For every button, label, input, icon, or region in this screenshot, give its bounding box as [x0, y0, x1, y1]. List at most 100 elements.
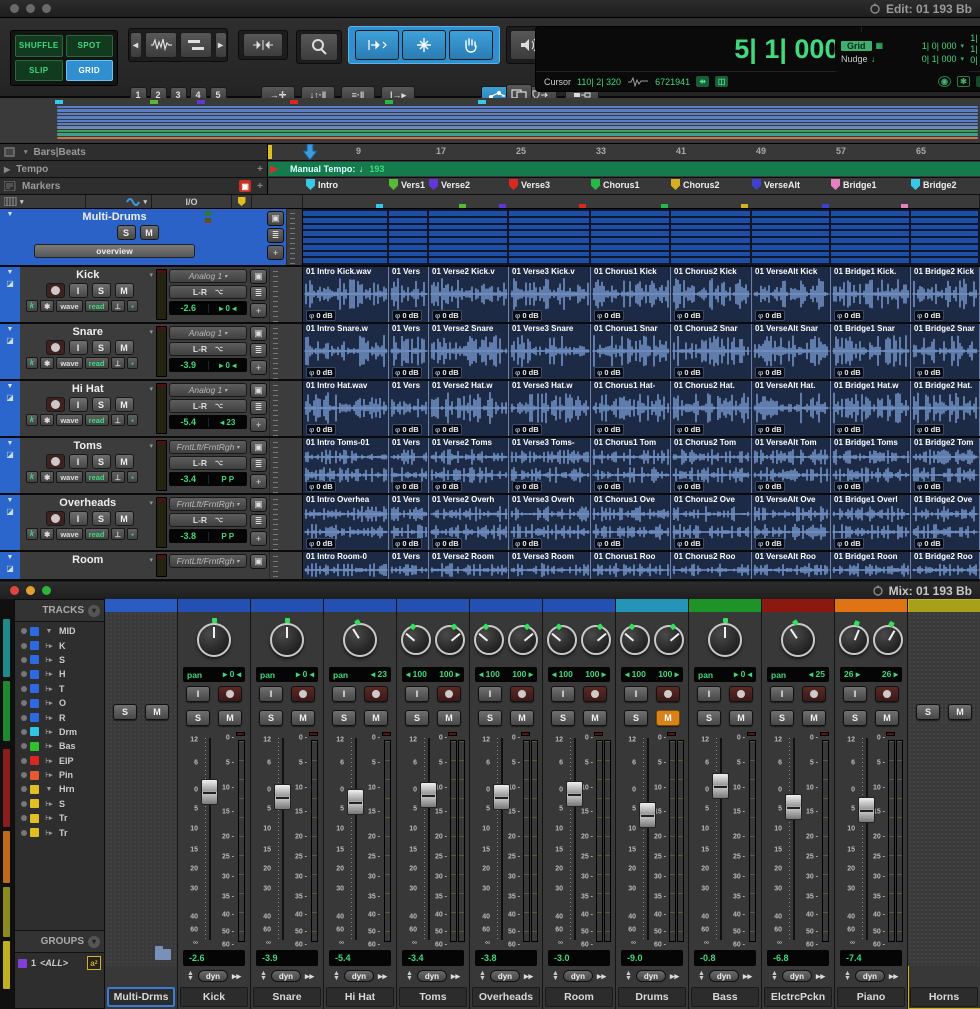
playlist-icon[interactable]: ◪: [6, 507, 14, 516]
audio-clip[interactable]: 01 Bridge2 Tom φ0 dB: [911, 438, 980, 493]
solo-button[interactable]: S: [113, 704, 137, 720]
strip-name[interactable]: ElctrcPckn: [764, 987, 832, 1007]
automation-lane-icon[interactable]: ▣: [267, 211, 284, 226]
fader-cap[interactable]: [420, 782, 437, 808]
fader-track[interactable]: [282, 738, 284, 940]
timebase-icon[interactable]: ✱: [40, 471, 54, 483]
mute-button[interactable]: M: [218, 710, 242, 726]
start-value[interactable]: 1| 1| 000: [970, 33, 980, 43]
fader-track[interactable]: [355, 738, 357, 940]
record-arm-button[interactable]: [218, 686, 242, 702]
audio-clip[interactable]: 01 VerseAlt Kick φ0 dB: [752, 267, 831, 322]
pan-display[interactable]: ◂ 100 100 ▸: [548, 667, 610, 682]
solo-button[interactable]: S: [259, 710, 283, 726]
clip-gain-badge[interactable]: φ0 dB: [834, 424, 864, 435]
pan-knob[interactable]: [401, 625, 431, 655]
record-arm-button[interactable]: [656, 686, 680, 702]
strip-color-header[interactable]: [105, 599, 177, 612]
audio-clip[interactable]: 01 Intro Snare.w φ0 dB: [303, 324, 389, 379]
mute-button[interactable]: M: [583, 710, 607, 726]
input-selector[interactable]: FrntLft/FrntRgh▾: [169, 497, 247, 511]
solo-button[interactable]: S: [186, 710, 210, 726]
trim-select-icon[interactable]: [355, 30, 399, 60]
audio-clip[interactable]: 01 Bridge2 Ove φ0 dB: [911, 495, 980, 550]
track-menu-icon[interactable]: ▾: [149, 271, 153, 279]
input-monitor-button[interactable]: I: [843, 686, 867, 702]
global-solo-icon[interactable]: S: [976, 76, 980, 87]
add-lane-icon[interactable]: +: [250, 417, 267, 432]
sidebar-track-item-s-2[interactable]: ⊦▸ S: [15, 653, 104, 667]
strip-color-header[interactable]: [543, 599, 615, 612]
clip-gain-badge[interactable]: φ0 dB: [755, 538, 785, 549]
audio-clip[interactable]: 01 Verse3 Snare φ0 dB: [509, 324, 591, 379]
timebase-icon[interactable]: ✱: [40, 414, 54, 426]
track-show-dot[interactable]: [21, 772, 27, 778]
record-arm-button[interactable]: [291, 686, 315, 702]
sidebar-track-item-mid-0[interactable]: ▼ MID: [15, 624, 104, 638]
end-value[interactable]: 1| 1| 000: [970, 44, 980, 54]
freeze-icon[interactable]: ▪: [127, 300, 138, 312]
solo-button[interactable]: S: [916, 704, 940, 720]
audio-clip[interactable]: 01 VerseAlt Tom φ0 dB: [752, 438, 831, 493]
pan-display[interactable]: 26 ▸ 26 ▸: [840, 667, 902, 682]
strip-color-header[interactable]: [470, 599, 542, 612]
track-collapse-icon[interactable]: ▼: [7, 211, 14, 218]
tempo-ruler-label[interactable]: Tempo: [16, 164, 48, 175]
shuffle-mode-button[interactable]: SHUFFLE: [15, 35, 63, 57]
mute-button[interactable]: M: [875, 710, 899, 726]
clip-gain-badge[interactable]: φ0 dB: [512, 481, 542, 492]
pan-knob[interactable]: [620, 625, 650, 655]
fast-forward-icon[interactable]: ▸▸: [597, 971, 606, 982]
marker-verse3[interactable]: Verse3: [509, 179, 550, 190]
groups-panel-menu-icon[interactable]: ▾: [88, 936, 100, 948]
grabber-tool-icon[interactable]: [402, 30, 446, 60]
mute-button[interactable]: M: [729, 710, 753, 726]
pan-knob[interactable]: [270, 623, 304, 657]
solo-button[interactable]: S: [92, 283, 111, 298]
volume-display[interactable]: -2.6: [183, 950, 245, 966]
spot-mode-button[interactable]: SPOT: [66, 35, 114, 57]
length-value[interactable]: 0| 0| 000: [970, 55, 980, 65]
nudge-arrows-icon[interactable]: ▲▼: [479, 971, 486, 981]
pan-display[interactable]: ◂ 100 100 ▸: [475, 667, 537, 682]
nudge-arrows-icon[interactable]: ▲▼: [771, 971, 778, 981]
dyn-button[interactable]: dyn: [417, 970, 447, 982]
fader-track[interactable]: [501, 738, 503, 940]
pan-display[interactable]: ◂ 100 100 ▸: [402, 667, 464, 682]
track-menu-icon[interactable]: ▾: [149, 499, 153, 507]
clip-indicator[interactable]: [382, 732, 391, 736]
clip-gain-badge[interactable]: φ0 dB: [306, 367, 336, 378]
fast-forward-icon[interactable]: ▸▸: [816, 971, 825, 982]
audio-clip[interactable]: 01 Chorus2 Tom φ0 dB: [671, 438, 752, 493]
sidebar-track-item-r-6[interactable]: ⊦▸ R: [15, 710, 104, 724]
automation-lane-icon[interactable]: ▣: [250, 269, 267, 284]
fader-cap[interactable]: [858, 797, 875, 823]
tracks-panel-menu-icon[interactable]: ▾: [88, 605, 100, 617]
playlist-icon[interactable]: ◪: [6, 450, 14, 459]
sidebar-track-item-h-3[interactable]: ⊦▸ H: [15, 667, 104, 681]
tempo-ruler-area[interactable]: ▶ Manual Tempo: ♩193: [268, 161, 980, 177]
strip-name[interactable]: Horns: [910, 987, 978, 1007]
clip-gain-badge[interactable]: φ0 dB: [755, 367, 785, 378]
fader-cap[interactable]: [274, 784, 291, 810]
strip-name[interactable]: Drums: [618, 987, 686, 1007]
track-collapse-icon[interactable]: ▼: [7, 554, 14, 561]
group-list-item[interactable]: 1 <ALL> az: [15, 953, 104, 973]
clip-gain-badge[interactable]: φ0 dB: [594, 481, 624, 492]
record-arm-button[interactable]: [729, 686, 753, 702]
nudge-arrows-icon[interactable]: ▲▼: [625, 971, 632, 981]
audio-clip[interactable]: 01 Bridge2 Kick φ0 dB: [911, 267, 980, 322]
automation-mode-button[interactable]: read: [85, 357, 109, 369]
marker-chorus1[interactable]: Chorus1: [591, 179, 640, 190]
input-selector[interactable]: Analog 1▾: [169, 269, 247, 283]
fader-cap[interactable]: [639, 802, 656, 828]
pan-display[interactable]: pan ▸ 0 ◂: [183, 667, 245, 682]
fader-cap[interactable]: [201, 779, 218, 805]
pan-knob[interactable]: [654, 625, 684, 655]
fader-cap[interactable]: [493, 784, 510, 810]
audio-clip[interactable]: 01 Bridge1 Hat.w φ0 dB: [831, 381, 911, 436]
snap-icon[interactable]: ✱: [957, 76, 970, 87]
clip-indicator[interactable]: [886, 732, 895, 736]
tempo-expand-icon[interactable]: ▶: [4, 165, 10, 174]
track-collapse-icon[interactable]: ▼: [7, 269, 14, 276]
